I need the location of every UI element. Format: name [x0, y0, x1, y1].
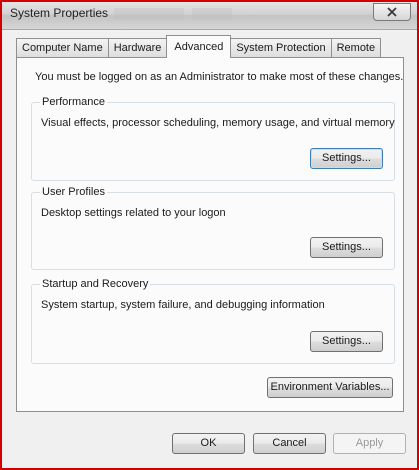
user-profiles-settings-button[interactable]: Settings...: [310, 237, 383, 258]
user-profiles-group: User Profiles Desktop settings related t…: [31, 186, 395, 270]
startup-recovery-settings-button[interactable]: Settings...: [310, 331, 383, 352]
admin-notice: You must be logged on as an Administrato…: [35, 71, 404, 83]
cancel-button[interactable]: Cancel: [253, 433, 326, 454]
tab-advanced[interactable]: Advanced: [166, 35, 232, 58]
tab-system-protection[interactable]: System Protection: [230, 38, 332, 58]
tab-computer-name[interactable]: Computer Name: [16, 38, 109, 58]
user-profiles-title: User Profiles: [40, 186, 107, 198]
environment-variables-button[interactable]: Environment Variables...: [267, 377, 393, 398]
performance-group: Performance Visual effects, processor sc…: [31, 96, 395, 181]
performance-settings-button[interactable]: Settings...: [310, 148, 383, 169]
title-bar[interactable]: System Properties: [2, 2, 417, 30]
title-bar-reflection: [114, 8, 184, 20]
startup-recovery-description: System startup, system failure, and debu…: [41, 299, 325, 311]
close-button[interactable]: [373, 3, 411, 21]
apply-button[interactable]: Apply: [333, 433, 406, 454]
title-bar-reflection: [192, 8, 232, 20]
user-profiles-description: Desktop settings related to your logon: [41, 207, 226, 219]
system-properties-window: System Properties Computer Name Hardware…: [0, 0, 419, 470]
ok-button[interactable]: OK: [172, 433, 245, 454]
tab-strip: Computer Name Hardware Advanced System P…: [16, 35, 382, 58]
performance-description: Visual effects, processor scheduling, me…: [41, 117, 395, 129]
performance-title: Performance: [40, 96, 107, 108]
tab-remote[interactable]: Remote: [330, 38, 382, 58]
window-title: System Properties: [10, 6, 109, 20]
startup-recovery-title: Startup and Recovery: [40, 278, 151, 290]
tab-hardware[interactable]: Hardware: [107, 38, 168, 58]
close-icon: [387, 7, 397, 17]
startup-recovery-group: Startup and Recovery System startup, sys…: [31, 278, 395, 364]
advanced-tab-panel: You must be logged on as an Administrato…: [16, 57, 404, 412]
